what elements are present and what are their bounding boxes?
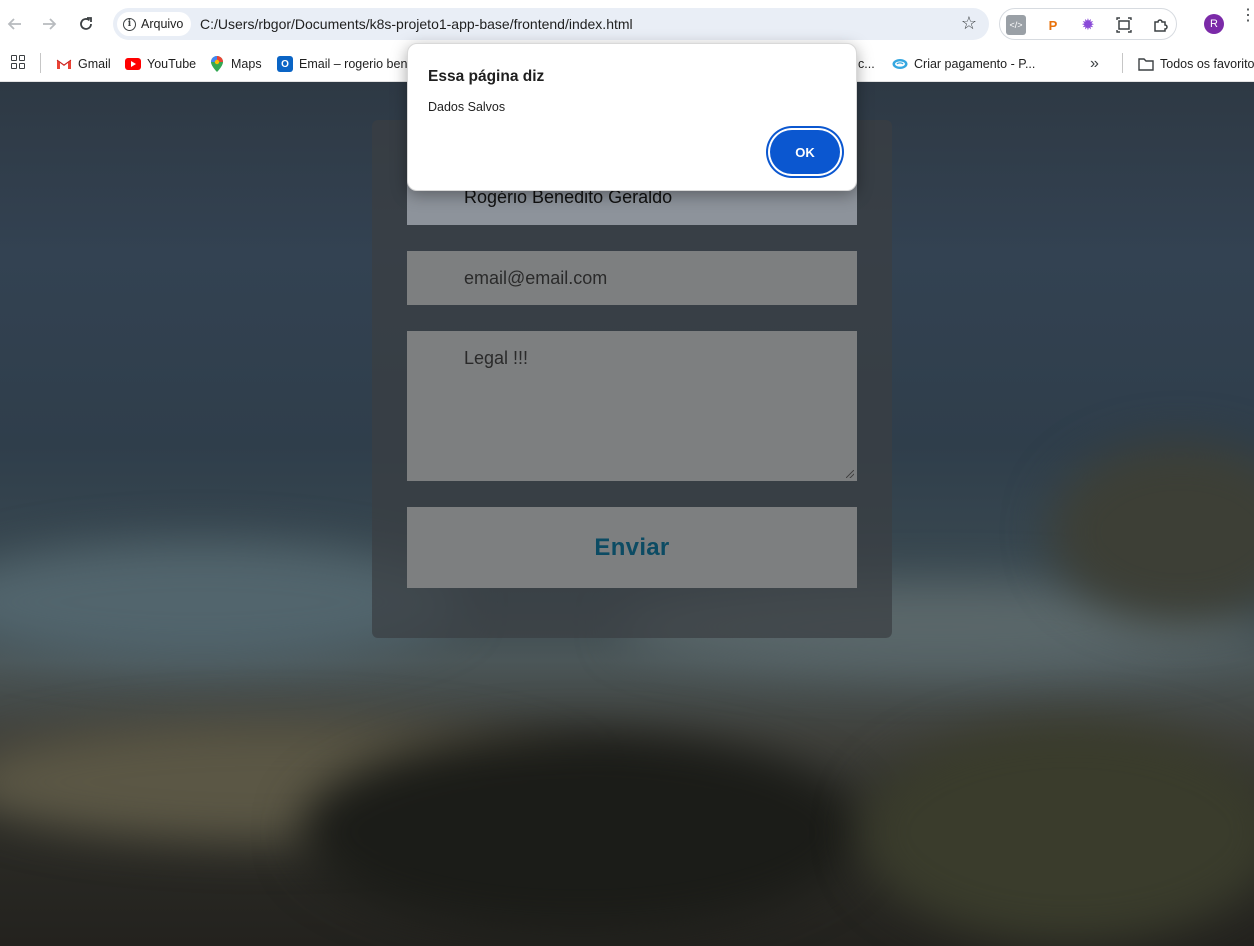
screenshot-icon[interactable] [1114, 15, 1134, 35]
back-icon[interactable] [1, 10, 29, 38]
resize-handle-icon[interactable] [846, 470, 854, 478]
overflow-chevron-icon: » [1090, 55, 1099, 72]
bookmark-youtube[interactable]: YouTube [125, 53, 196, 75]
outlook-icon: O [277, 56, 293, 72]
gmail-icon [56, 56, 72, 72]
bookmark-gmail[interactable]: Gmail [56, 53, 111, 75]
bookmark-truncated[interactable]: c... [858, 53, 875, 75]
message-value: Legal !!! [464, 348, 529, 368]
bookmark-star-icon[interactable]: ☆ [961, 13, 977, 34]
bookmark-label: c... [858, 57, 875, 71]
apps-grid-icon[interactable] [11, 55, 25, 69]
bookmarks-overflow-button[interactable]: » [1090, 53, 1099, 75]
bookmark-label: Maps [231, 57, 262, 71]
browser-toolbar: i Arquivo C:/Users/rbgor/Documents/k8s-p… [0, 0, 1254, 47]
folder-icon [1138, 56, 1154, 72]
maps-icon [209, 56, 225, 72]
bg-shape [300, 732, 860, 932]
alert-title: Essa página diz [428, 68, 545, 85]
profile-avatar[interactable]: R [1204, 14, 1224, 34]
menu-icon[interactable]: ⋮ [1240, 8, 1254, 24]
reload-icon[interactable] [72, 10, 100, 38]
all-bookmarks-folder[interactable]: Todos os favoritos [1138, 53, 1254, 75]
address-bar[interactable]: i Arquivo C:/Users/rbgor/Documents/k8s-p… [113, 8, 989, 40]
alert-dialog: Essa página diz Dados Salvos OK [407, 43, 857, 191]
email-input[interactable]: email@email.com [407, 251, 857, 305]
bookmark-label: Criar pagamento - P... [914, 57, 1036, 71]
bookmark-label: Email – rogerio ben... [299, 57, 418, 71]
youtube-icon [125, 58, 141, 70]
bookmark-maps[interactable]: Maps [209, 53, 262, 75]
payment-icon [892, 56, 908, 72]
bg-shape [860, 722, 1254, 942]
forward-icon[interactable] [35, 10, 63, 38]
extensions-group: </> P ✹ [999, 8, 1177, 40]
puzzle-icon[interactable] [1150, 15, 1170, 35]
p-extension-icon[interactable]: P [1043, 15, 1063, 35]
bookmark-payment[interactable]: Criar pagamento - P... [892, 53, 1035, 75]
bookmark-label: Gmail [78, 57, 111, 71]
info-icon: i [123, 17, 136, 31]
site-info-chip[interactable]: i Arquivo [117, 12, 192, 36]
site-chip-label: Arquivo [141, 17, 184, 31]
alert-message: Dados Salvos [428, 100, 506, 114]
message-textarea[interactable]: Legal !!! [407, 331, 857, 481]
bookmark-label: Todos os favoritos [1160, 57, 1254, 71]
submit-button[interactable]: Enviar [407, 507, 857, 588]
email-value: email@email.com [464, 267, 608, 288]
gear-extension-icon[interactable]: ✹ [1078, 15, 1098, 35]
bookmark-label: YouTube [147, 57, 197, 71]
url-text[interactable]: C:/Users/rbgor/Documents/k8s-projeto1-ap… [200, 16, 633, 32]
ok-button[interactable]: OK [770, 130, 840, 174]
bookmarks-divider [40, 53, 41, 73]
code-extension-icon[interactable]: </> [1006, 15, 1026, 35]
bookmark-outlook[interactable]: O Email – rogerio ben... [277, 53, 418, 75]
bookmarks-divider [1122, 53, 1123, 73]
